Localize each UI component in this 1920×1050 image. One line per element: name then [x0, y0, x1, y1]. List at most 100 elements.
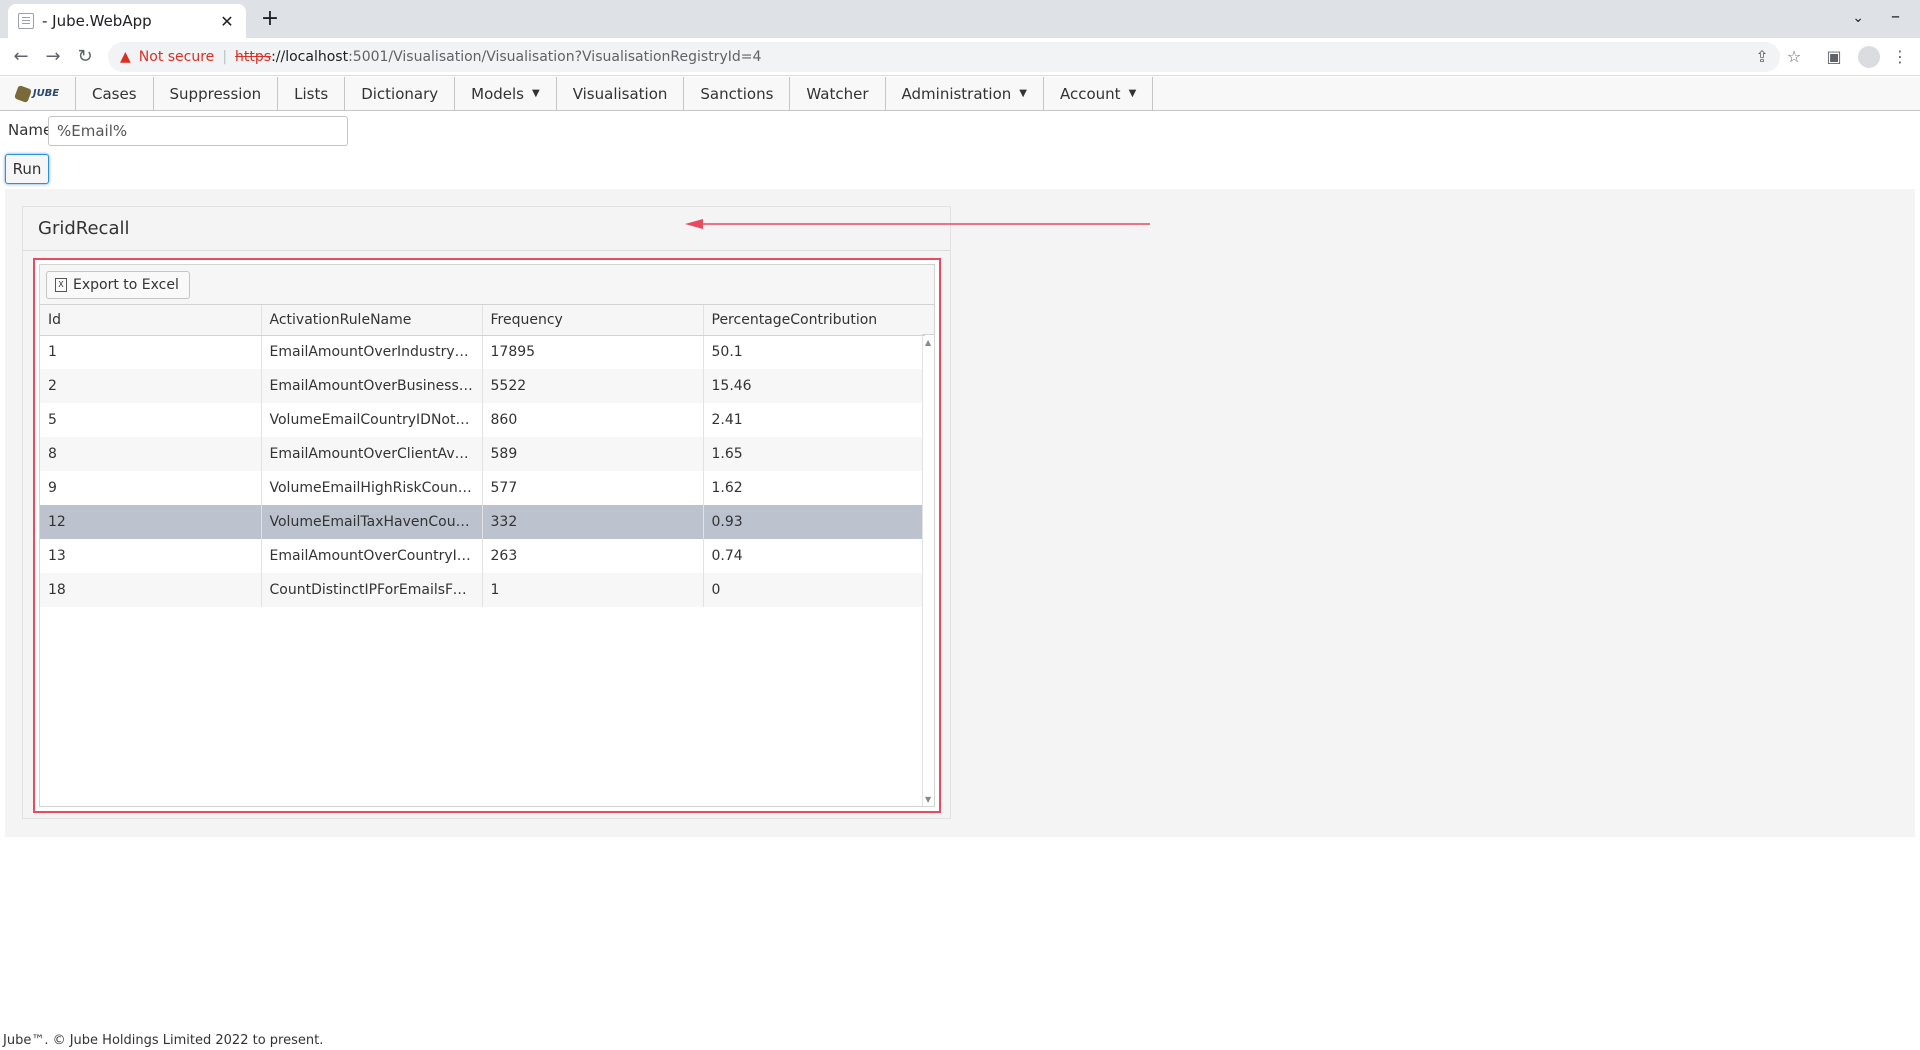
menu-label: Dictionary [361, 84, 439, 103]
column-header-frequency[interactable]: Frequency [482, 305, 704, 336]
cell-rule-name: VolumeEmailTaxHavenCountry [261, 505, 483, 539]
browser-tab[interactable]: - Jube.WebApp ✕ [8, 4, 246, 38]
menu-label: Models [471, 84, 524, 103]
cell-id: 1 [40, 335, 262, 369]
vertical-scrollbar[interactable]: ▲ ▼ [922, 336, 934, 806]
cell-frequency: 263 [482, 539, 704, 573]
cell-frequency: 860 [482, 403, 704, 437]
cell-rule-name: CountDistinctIPForEmailsFor1… [261, 573, 483, 607]
table-row[interactable]: 18 CountDistinctIPForEmailsFor1… 1 0 [40, 573, 925, 607]
cell-frequency: 589 [482, 437, 704, 471]
cell-frequency: 332 [482, 505, 704, 539]
page-icon [18, 13, 34, 29]
cell-rule-name: EmailAmountOverIndustryNa… [261, 335, 483, 369]
forward-icon[interactable]: → [42, 46, 64, 68]
menu-models[interactable]: Models ▼ [455, 77, 557, 110]
browser-toolbar: ← → ↻ ▲ Not secure | https ://localhost … [0, 38, 1920, 76]
excel-file-icon: X [55, 277, 67, 292]
jube-logo[interactable]: JUBE [0, 77, 76, 110]
caret-down-icon: ▼ [1128, 88, 1137, 99]
export-label: Export to Excel [73, 276, 179, 293]
cell-id: 5 [40, 403, 262, 437]
menu-cases[interactable]: Cases [76, 77, 154, 110]
cell-rule-name: EmailAmountOverBusinessM… [261, 369, 483, 403]
data-grid: X Export to Excel Id ActivationRuleName … [39, 264, 935, 807]
warning-icon: ▲ [120, 49, 131, 65]
menu-administration[interactable]: Administration ▼ [886, 77, 1044, 110]
cell-id: 8 [40, 437, 262, 471]
cell-rule-name: VolumeEmailCountryIDNotEq… [261, 403, 483, 437]
reload-icon[interactable]: ↻ [74, 46, 96, 68]
profile-avatar[interactable] [1858, 46, 1880, 68]
column-header-activation-rule-name[interactable]: ActivationRuleName [261, 305, 483, 336]
cell-frequency: 1 [482, 573, 704, 607]
scroll-up-icon[interactable]: ▲ [925, 338, 931, 347]
grid-table: Id ActivationRuleName Frequency Percenta… [40, 305, 925, 607]
menu-watcher[interactable]: Watcher [790, 77, 886, 110]
table-row[interactable]: 5 VolumeEmailCountryIDNotEq… 860 2.41 [40, 403, 925, 437]
column-header-percentage-contribution[interactable]: PercentageContribution [703, 305, 925, 336]
share-icon[interactable]: ⇪ [1752, 47, 1772, 66]
table-row[interactable]: 13 EmailAmountOverCountryIDA… 263 0.74 [40, 539, 925, 573]
export-excel-button[interactable]: X Export to Excel [46, 270, 190, 299]
menu-lists[interactable]: Lists [278, 77, 346, 110]
column-header-id[interactable]: Id [40, 305, 262, 336]
cell-frequency: 577 [482, 471, 704, 505]
run-button[interactable]: Run [5, 154, 49, 184]
table-row[interactable]: 9 VolumeEmailHighRiskCountry 577 1.62 [40, 471, 925, 505]
bookmark-star-icon[interactable]: ☆ [1784, 47, 1804, 66]
new-tab-button[interactable]: + [256, 6, 284, 34]
app-menubar: JUBE Cases Suppression Lists Dictionary … [0, 77, 1920, 111]
url-scheme: https [235, 49, 272, 65]
menu-label: Watcher [806, 84, 869, 103]
menu-dictionary[interactable]: Dictionary [345, 77, 456, 110]
menu-suppression[interactable]: Suppression [154, 77, 279, 110]
menu-label: Sanctions [700, 84, 774, 103]
menu-sanctions[interactable]: Sanctions [684, 77, 791, 110]
cell-id: 13 [40, 539, 262, 573]
cell-frequency: 5522 [482, 369, 704, 403]
cell-id: 2 [40, 369, 262, 403]
cell-id: 9 [40, 471, 262, 505]
scroll-down-icon[interactable]: ▼ [925, 795, 931, 804]
cell-rule-name: EmailAmountOverClientAverage [261, 437, 483, 471]
cell-id: 18 [40, 573, 262, 607]
back-icon[interactable]: ← [10, 46, 32, 68]
menu-label: Cases [92, 84, 137, 103]
browser-menu-icon[interactable]: ⋮ [1890, 47, 1910, 66]
tab-search-icon[interactable]: ⌄ [1852, 10, 1864, 26]
cell-rule-name: VolumeEmailHighRiskCountry [261, 471, 483, 505]
table-row-selected[interactable]: 12 VolumeEmailTaxHavenCountry 332 0.93 [40, 505, 925, 539]
not-secure-label: Not secure [138, 49, 215, 65]
header-scroll-spacer [922, 305, 934, 335]
menu-account[interactable]: Account ▼ [1044, 77, 1154, 110]
cell-percentage: 15.46 [703, 369, 925, 403]
name-input[interactable] [48, 116, 348, 146]
cell-percentage: 1.62 [703, 471, 925, 505]
table-row[interactable]: 2 EmailAmountOverBusinessM… 5522 15.46 [40, 369, 925, 403]
tab-title: - Jube.WebApp [42, 12, 152, 30]
url-path: :5001/Visualisation/Visualisation?Visual… [348, 49, 762, 65]
table-row[interactable]: 8 EmailAmountOverClientAverage 589 1.65 [40, 437, 925, 471]
side-panel-icon[interactable]: ▣ [1824, 47, 1844, 66]
name-label: Name [8, 121, 53, 139]
minimize-icon[interactable]: – [1891, 6, 1900, 27]
menu-label: Administration [901, 84, 1012, 103]
url-host: ://localhost [271, 49, 349, 65]
annotation-highlight-box: X Export to Excel Id ActivationRuleName … [33, 258, 941, 813]
cell-percentage: 1.65 [703, 437, 925, 471]
header-row: Id ActivationRuleName Frequency Percenta… [40, 305, 925, 336]
menu-label: Lists [294, 84, 329, 103]
page-footer: Jube™. © Jube Holdings Limited 2022 to p… [3, 1033, 324, 1048]
menu-visualisation[interactable]: Visualisation [557, 77, 685, 110]
menu-label: Visualisation [572, 84, 668, 103]
address-bar[interactable]: ▲ Not secure | https ://localhost :5001/… [108, 42, 1780, 72]
logo-text: JUBE [32, 88, 60, 99]
cell-rule-name: EmailAmountOverCountryIDA… [261, 539, 483, 573]
table-row[interactable]: 1 EmailAmountOverIndustryNa… 17895 50.1 [40, 335, 925, 369]
cell-percentage: 2.41 [703, 403, 925, 437]
grid-toolbar: X Export to Excel [40, 265, 934, 305]
close-tab-icon[interactable]: ✕ [218, 12, 236, 31]
cell-percentage: 0.93 [703, 505, 925, 539]
url-separator: | [222, 49, 228, 65]
